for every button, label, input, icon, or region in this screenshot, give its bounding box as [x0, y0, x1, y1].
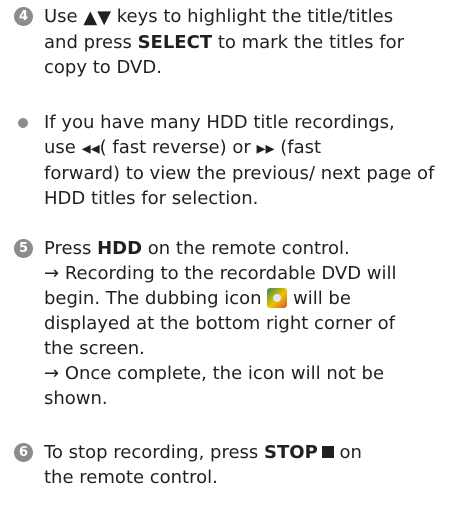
- bullet-icon: [18, 118, 28, 128]
- text-line: copy to DVD.: [44, 57, 162, 78]
- text-line: Press HDD on the remote control.: [44, 238, 350, 259]
- step-4-text: Use ▲▼ keys to highlight the title/title…: [44, 4, 444, 80]
- text-line: → Recording to the recordable DVD will: [44, 263, 397, 284]
- fast-reverse-icon: ◂◂: [81, 138, 100, 159]
- result-arrow-icon: →: [44, 363, 65, 384]
- text-line: the screen.: [44, 338, 145, 359]
- stop-key-label: STOP: [264, 442, 318, 463]
- step-number-badge: 5: [14, 239, 33, 258]
- text-line: HDD titles for selection.: [44, 188, 259, 209]
- text-line: and press SELECT to mark the titles for: [44, 32, 405, 53]
- text-line: use ◂◂( fast reverse) or ▸▸ (fast: [44, 137, 322, 159]
- step-6-text: To stop recording, press STOP on the rem…: [44, 440, 444, 490]
- text-line: To stop recording, press STOP on: [44, 442, 362, 463]
- step-number-badge: 6: [14, 443, 33, 462]
- text-line: → Once complete, the icon will not be: [44, 363, 385, 384]
- text-line: displayed at the bottom right corner of: [44, 313, 395, 334]
- hdd-key-label: HDD: [97, 238, 143, 259]
- text-line: forward) to view the previous/ next page…: [44, 163, 435, 184]
- text-line: If you have many HDD title recordings,: [44, 112, 395, 133]
- fast-forward-icon: ▸▸: [256, 138, 275, 159]
- result-arrow-icon: →: [44, 263, 65, 284]
- stop-icon: [321, 446, 334, 458]
- text-line: begin. The dubbing icon will be: [44, 288, 351, 309]
- bullet-text: If you have many HDD title recordings, u…: [44, 110, 444, 211]
- step-number-badge: 4: [14, 7, 33, 26]
- text-line: the remote control.: [44, 467, 218, 488]
- up-down-arrows-icon: ▲▼: [83, 7, 112, 28]
- step-5-text: Press HDD on the remote control. → Recor…: [44, 236, 444, 411]
- text-line: shown.: [44, 388, 108, 409]
- select-key-label: SELECT: [137, 32, 213, 53]
- dubbing-icon: [267, 288, 288, 308]
- text-line: Use ▲▼ keys to highlight the title/title…: [44, 6, 394, 28]
